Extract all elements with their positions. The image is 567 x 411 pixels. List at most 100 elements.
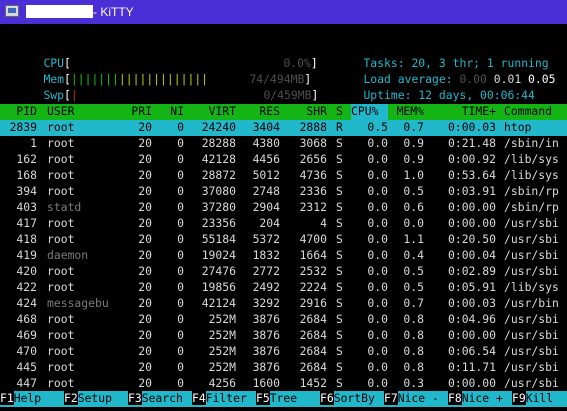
fkey-number: F9 (512, 391, 526, 405)
fkey-sortby[interactable]: F6SortBy (320, 391, 375, 407)
cell-virt: 4256 (208, 376, 236, 390)
cell-user: messagebu (47, 296, 109, 310)
mem-meter-bar-cache: ||||||||||||| (118, 71, 209, 86)
cell-ni: 0 (177, 168, 184, 182)
cell-pri: 20 (138, 312, 152, 326)
cell-cpu: 0.0 (367, 248, 388, 262)
cell-pid: 417 (16, 216, 37, 230)
col-ni[interactable]: NI (160, 104, 184, 120)
htop-terminal[interactable]: CPU[ 0.0%] Mem[|||||||||||||||||||| 74/4… (0, 24, 567, 411)
process-row[interactable]: 445 root 20 0 252M 3876 2684 S 0.0 0.8 0:11.71/usr… (0, 360, 567, 376)
cell-virt: 37080 (201, 184, 236, 198)
col-shr[interactable]: SHR (287, 104, 327, 120)
cell-ni: 0 (177, 232, 184, 246)
swp-meter-value-wrap: 0/459MB] (263, 87, 319, 102)
process-row[interactable]: 394 root 20 0 37080 2748 2336 S 0.0 0.5 0:03.91/sb… (0, 184, 567, 200)
cell-user: daemon (47, 248, 89, 262)
cell-cmd: /usr/sbi (504, 344, 559, 358)
col-user[interactable]: USER (47, 104, 74, 120)
process-row[interactable]: 168 root 20 0 28872 5012 4736 S 0.0 1.0 0:53.64/li… (0, 168, 567, 184)
cell-user: root (47, 120, 75, 134)
cell-pid: 445 (16, 360, 37, 374)
col-cpu[interactable]: CPU% (351, 104, 388, 120)
cell-pid: 468 (16, 312, 37, 326)
cell-pri: 20 (138, 184, 152, 198)
cell-ni: 0 (177, 184, 184, 198)
cell-user: root (47, 168, 75, 182)
cell-user: root (47, 280, 75, 294)
col-pid[interactable]: PID (0, 104, 37, 120)
cell-time: 0:06.54 (447, 344, 496, 358)
uptime-label: Uptime: (363, 87, 412, 102)
cell-pri: 20 (138, 152, 152, 166)
cell-cpu: 0.0 (367, 136, 388, 150)
fkey-number: F8 (448, 391, 462, 405)
process-row[interactable]: 1 root 20 0 28288 4380 3068 S 0.0 0.9 0:21.48/sbin… (0, 136, 567, 152)
cell-cmd: htop (504, 120, 532, 134)
process-row[interactable]: 422 root 20 0 19856 2492 2224 S 0.0 0.5 0:05.91/li… (0, 280, 567, 296)
fkey-tree[interactable]: F5Tree (256, 391, 297, 407)
process-row[interactable]: 470 root 20 0 252M 3876 2684 S 0.0 0.8 0:06.54/usr… (0, 344, 567, 360)
col-virt[interactable]: VIRT (190, 104, 236, 120)
cell-user: root (47, 184, 75, 198)
fkey-nice[interactable]: F8Nice + (448, 391, 503, 407)
col-res[interactable]: RES (242, 104, 280, 120)
fkey-filter[interactable]: F4Filter (192, 391, 247, 407)
cell-cpu: 0.0 (367, 232, 388, 246)
cell-cpu: 0.0 (367, 152, 388, 166)
process-table-header[interactable]: PID USER PRI NI VIRT RES SHR S CPU% MEM%… (0, 104, 567, 120)
fkey-label: Kill (525, 391, 554, 405)
cell-s: S (336, 280, 343, 294)
process-row[interactable]: 469 root 20 0 252M 3876 2684 S 0.0 0.8 0:00.00/usr… (0, 328, 567, 344)
cell-pri: 20 (138, 216, 152, 230)
col-command[interactable]: Command (504, 104, 552, 120)
process-row[interactable]: 419 daemon 20 0 19024 1832 1664 S 0.0 0.4 0:00.04 /… (0, 248, 567, 264)
process-row[interactable]: 417 root 20 0 23356 204 4 S 0.0 0.0 0:00.00/usr/sb… (0, 216, 567, 232)
cell-cmd: /usr/sbi (504, 216, 559, 230)
cell-cmd: /usr/sbi (504, 328, 559, 342)
cell-ni: 0 (177, 360, 184, 374)
cell-cpu: 0.0 (367, 184, 388, 198)
cell-cmd: /usr/bin (504, 296, 559, 310)
fkey-help[interactable]: F1Help (0, 391, 41, 407)
process-row[interactable]: 447 root 20 0 4256 1600 1452 S 0.0 0.3 0:00.00/usr… (0, 376, 567, 392)
fkey-nice[interactable]: F7Nice - (384, 391, 439, 407)
col-mem[interactable]: MEM% (390, 104, 424, 120)
fkey-number: F5 (256, 391, 270, 405)
cell-res: 2748 (252, 184, 280, 198)
cell-time: 0:53.64 (447, 168, 496, 182)
cell-cmd: /usr/sbi (504, 248, 559, 262)
fkey-label: Nice - (397, 391, 439, 405)
col-pri[interactable]: PRI (120, 104, 152, 120)
process-row[interactable]: 2839 root 20 0 24240 3404 2888 R 0.5 0.7 0:00.03 ht… (0, 120, 567, 136)
function-key-bar[interactable]: F1Help F2Setup F3Search F4Filter F5Tree F6Sor… (0, 391, 567, 407)
cell-mem: 0.4 (403, 248, 424, 262)
col-state[interactable]: S (336, 104, 343, 120)
cell-shr: 1452 (299, 376, 327, 390)
process-row[interactable]: 468 root 20 0 252M 3876 2684 S 0.0 0.8 0:04.96/usr… (0, 312, 567, 328)
cell-res: 2772 (252, 264, 280, 278)
cell-user: root (47, 216, 75, 230)
process-row[interactable]: 418 root 20 0 55184 5372 4700 S 0.0 1.1 0:20.50/us… (0, 232, 567, 248)
terminal-app-icon[interactable] (5, 5, 19, 17)
cell-pid: 1 (30, 136, 37, 150)
fkey-search[interactable]: F3Search (128, 391, 183, 407)
cell-user: statd (47, 200, 82, 214)
process-row[interactable]: 420 root 20 0 27476 2772 2532 S 0.0 0.5 0:02.89/us… (0, 264, 567, 280)
cell-time: 0:03.91 (447, 184, 496, 198)
cell-pid: 168 (16, 168, 37, 182)
window-titlebar[interactable]: - KiTTY (0, 0, 567, 24)
process-row[interactable]: 162 root 20 0 42128 4456 2656 S 0.0 0.9 0:00.92/li… (0, 152, 567, 168)
cell-mem: 0.8 (403, 312, 424, 326)
cell-time: 0:00.04 (447, 248, 496, 262)
process-row[interactable]: 403 statd 20 0 37280 2904 2312 S 0.0 0.6 0:00.00/s… (0, 200, 567, 216)
fkey-number: F6 (320, 391, 334, 405)
fkey-setup[interactable]: F2Setup (64, 391, 112, 407)
cell-res: 4456 (252, 152, 280, 166)
process-row[interactable]: 424 messagebu 20 0 42124 3292 2916 S 0.0 0.7 0:00.… (0, 296, 567, 312)
col-time[interactable]: TIME+ (436, 104, 496, 120)
fkey-kill[interactable]: F9Kill (512, 391, 553, 407)
cell-user: root (47, 344, 75, 358)
cell-ni: 0 (177, 216, 184, 230)
cell-cmd: /usr/sbi (504, 360, 559, 374)
